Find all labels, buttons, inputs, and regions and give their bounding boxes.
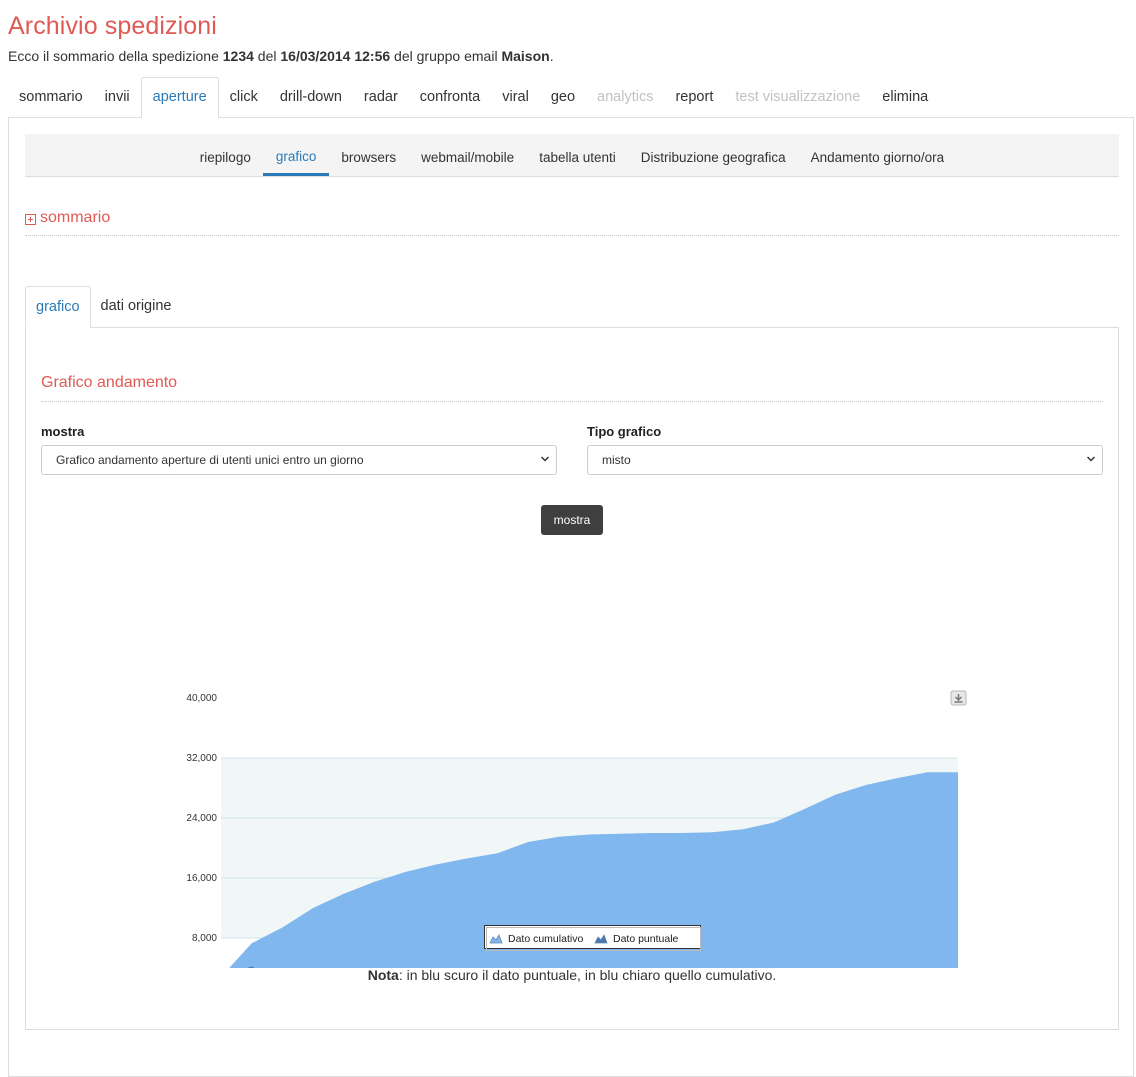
subtitle-group: del gruppo email [390, 48, 502, 64]
tab-analytics[interactable]: analytics [586, 77, 664, 118]
summary-toggle[interactable]: sommario [25, 209, 110, 227]
chart-panel: Grafico andamento mostra Grafico andamen… [25, 327, 1119, 1030]
subnav-webmail-mobile[interactable]: webmail/mobile [409, 134, 527, 176]
tab-sommario[interactable]: sommario [8, 77, 94, 118]
subtitle-del: del [253, 48, 281, 64]
chart-note-text: : in blu scuro il dato puntuale, in blu … [398, 967, 777, 983]
main-tabs: sommario invii aperture click drill-down rada… [8, 77, 939, 118]
tab-report[interactable]: report [664, 77, 724, 118]
tab-radar[interactable]: radar [353, 77, 409, 118]
plus-square-icon [25, 214, 36, 225]
tab-drill-down[interactable]: drill-down [269, 77, 353, 118]
group-name: Maison [501, 48, 550, 64]
main-panel: riepilogo grafico browsers webmail/mobile ta… [8, 117, 1134, 1077]
summary-divider [25, 235, 1119, 236]
summary-toggle-label: sommario [40, 209, 111, 226]
tab-test-visualizzazione[interactable]: test visualizzazione [724, 77, 871, 118]
subnav-riepilogo[interactable]: riepilogo [187, 134, 263, 176]
y-tick-label: 24,000 [186, 813, 217, 824]
download-icon[interactable] [950, 690, 967, 706]
tab-aperture[interactable]: aperture [140, 77, 219, 118]
tab-click[interactable]: click [219, 77, 269, 118]
tab-confronta[interactable]: confronta [409, 77, 491, 118]
tab-geo[interactable]: geo [540, 77, 586, 118]
tab-viral[interactable]: viral [491, 77, 540, 118]
tab-invii[interactable]: invii [94, 77, 141, 118]
y-tick-label: 8,000 [192, 933, 217, 944]
y-tick-label: 16,000 [186, 873, 217, 884]
spedizione-id: 1234 [222, 48, 254, 64]
subtitle-end: . [549, 48, 554, 64]
subnav-tabella-utenti[interactable]: tabella utenti [527, 134, 629, 176]
page-title: Archivio spedizioni [8, 12, 217, 40]
tab-elimina[interactable]: elimina [871, 77, 939, 118]
y-tick-label: 32,000 [186, 753, 217, 764]
legend-label[interactable]: Dato cumulativo [508, 933, 583, 945]
subnav-browsers[interactable]: browsers [329, 134, 409, 176]
inner-tabs: grafico dati origine [25, 286, 181, 328]
page-subtitle: Ecco il sommario della spedizione 1234 d… [8, 48, 554, 64]
sub-navigation: riepilogo grafico browsers webmail/mobile ta… [25, 134, 1119, 177]
area-chart: 08,00016,00024,00032,00040,00012:5613:56… [186, 690, 967, 968]
y-tick-label: 40,000 [186, 693, 217, 704]
legend-label[interactable]: Dato puntuale [613, 933, 679, 945]
chart-note-bold: Nota [367, 967, 399, 983]
subtitle-prefix: Ecco il sommario della spedizione [8, 48, 223, 64]
subnav-andamento-giorno-ora[interactable]: Andamento giorno/ora [798, 134, 957, 176]
inner-tab-dati-origine[interactable]: dati origine [91, 286, 182, 328]
chart-note: Nota: in blu scuro il dato puntuale, in … [26, 967, 1118, 983]
subnav-grafico[interactable]: grafico [263, 134, 329, 176]
spedizione-datetime: 16/03/2014 12:56 [280, 48, 391, 64]
subnav-distribuzione-geografica[interactable]: Distribuzione geografica [628, 134, 798, 176]
inner-tab-grafico[interactable]: grafico [25, 286, 91, 328]
